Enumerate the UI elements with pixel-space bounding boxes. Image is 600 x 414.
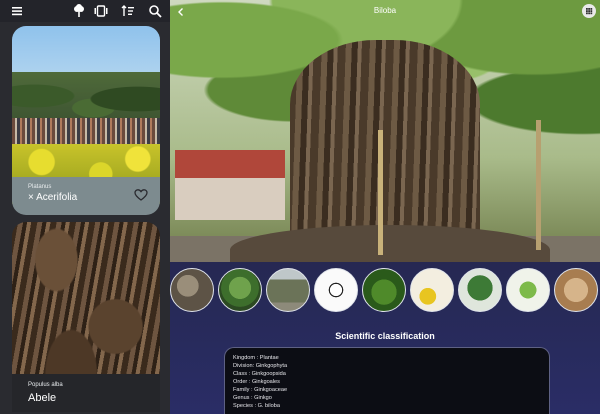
- tree-list-panel: Platanus × Acerifolia Populus alba Abele: [0, 0, 170, 414]
- page-title: Biloba: [373, 6, 397, 15]
- classification-line: Kingdom : Plantae: [233, 355, 279, 361]
- card-species: Abele: [28, 392, 57, 404]
- card-genus: Platanus: [28, 184, 52, 190]
- tree-card-populus[interactable]: Populus alba Abele: [12, 222, 160, 412]
- photo-building: [175, 150, 285, 220]
- photo-support-post: [536, 120, 541, 250]
- classification-heading: Scientific classification: [335, 331, 435, 341]
- classification-line: Order : Ginkgoales: [233, 379, 280, 385]
- hero-photo: [170, 0, 600, 262]
- view-toggle-icon[interactable]: [94, 4, 108, 18]
- heart-icon[interactable]: [134, 188, 148, 202]
- classification-line: Class : Ginkgoopsida: [233, 371, 286, 377]
- classification-line: Division: Ginkgophyta: [233, 363, 288, 369]
- photo-trunk: [290, 40, 480, 255]
- photo-roots: [230, 225, 550, 262]
- classification-line: Species : G. biloba: [233, 403, 280, 409]
- leaf-twig-thumb[interactable]: [506, 268, 550, 312]
- sort-icon[interactable]: [121, 4, 135, 18]
- photo-thumbnail-strip: [170, 268, 600, 314]
- classification-line: Family : Ginkgoaceae: [233, 387, 288, 393]
- grid-icon[interactable]: [582, 4, 596, 18]
- bark-thumb[interactable]: [170, 268, 214, 312]
- search-icon[interactable]: [148, 4, 162, 18]
- menu-icon[interactable]: [10, 4, 24, 18]
- classification-line: Genus : Ginkgo: [233, 395, 272, 401]
- list-toolbar: [0, 0, 170, 22]
- leaf-closeup-thumb[interactable]: [362, 268, 406, 312]
- leaf-drawing-thumb[interactable]: [314, 268, 358, 312]
- seeds-thumb[interactable]: [410, 268, 454, 312]
- classification-box: Kingdom : Plantae Division: Ginkgophyta …: [224, 347, 550, 414]
- card-species: × Acerifolia: [28, 192, 78, 203]
- wood-thumb[interactable]: [554, 268, 598, 312]
- photo-support-post: [378, 130, 383, 255]
- leaves-thumb[interactable]: [218, 268, 262, 312]
- card-genus: Populus alba: [28, 382, 63, 388]
- tree-detail-panel: Biloba Scientific classification Kingdom…: [170, 0, 600, 414]
- tree-icon[interactable]: [72, 4, 86, 18]
- tree-card-platanus[interactable]: Platanus × Acerifolia: [12, 26, 160, 215]
- tree-thumb[interactable]: [458, 268, 502, 312]
- tree-silhouette-thumb[interactable]: [266, 268, 310, 312]
